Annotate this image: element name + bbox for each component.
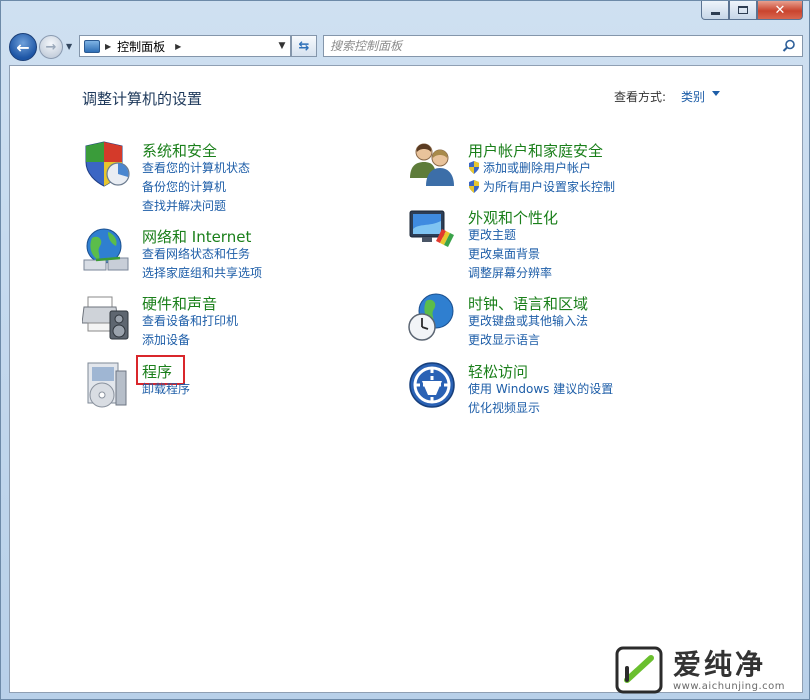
- category-clock-language: 时钟、语言和区域 更改键盘或其他输入法 更改显示语言: [408, 293, 728, 353]
- link-optimize-visual-display[interactable]: 优化视频显示: [468, 399, 613, 418]
- link-adjust-resolution[interactable]: 调整屏幕分辨率: [468, 264, 552, 283]
- content-pane: 调整计算机的设置 查看方式: 类别 系统和安全 查看您的计算机状态 备份您的计算…: [9, 65, 803, 693]
- category-title[interactable]: 系统和安全: [142, 140, 217, 161]
- link-uninstall-program[interactable]: 卸载程序: [142, 380, 190, 399]
- minimize-icon: [710, 11, 720, 15]
- watermark-brand: 爱纯净: [673, 647, 767, 681]
- link-add-remove-accounts[interactable]: 添加或删除用户帐户: [468, 159, 615, 178]
- watermark-logo-icon: [615, 646, 663, 694]
- link-change-display-language[interactable]: 更改显示语言: [468, 331, 588, 350]
- breadcrumb-chevron-icon[interactable]: ▶: [105, 42, 111, 51]
- category-links: 查看网络状态和任务 选择家庭组和共享选项: [142, 245, 262, 283]
- caption-buttons: ✕: [701, 1, 803, 21]
- close-button[interactable]: ✕: [757, 1, 803, 20]
- maximize-icon: [738, 6, 748, 14]
- address-bar[interactable]: ▶ 控制面板 ▶ ▼: [79, 35, 291, 57]
- category-links: 查看您的计算机状态 备份您的计算机 查找并解决问题: [142, 159, 250, 216]
- category-title[interactable]: 时钟、语言和区域: [468, 293, 588, 314]
- category-title[interactable]: 网络和 Internet: [142, 226, 251, 247]
- category-title[interactable]: 用户帐户和家庭安全: [468, 140, 603, 161]
- link-text: 为所有用户设置家长控制: [483, 180, 616, 194]
- uac-shield-icon: [469, 161, 479, 174]
- category-system-security: 系统和安全 查看您的计算机状态 备份您的计算机 查找并解决问题: [82, 140, 342, 220]
- search-icon[interactable]: [782, 39, 796, 53]
- page-title: 调整计算机的设置: [82, 90, 203, 108]
- address-dropdown-button[interactable]: ▼: [274, 36, 290, 56]
- link-backup-computer[interactable]: 备份您的计算机: [142, 178, 250, 197]
- link-devices-printers[interactable]: 查看设备和打印机: [142, 312, 238, 331]
- programs-disc-icon[interactable]: [82, 361, 130, 409]
- link-change-theme[interactable]: 更改主题: [468, 226, 552, 245]
- printer-speaker-icon[interactable]: [82, 293, 130, 341]
- link-change-keyboard[interactable]: 更改键盘或其他输入法: [468, 312, 588, 331]
- category-links: 更改键盘或其他输入法 更改显示语言: [468, 312, 588, 350]
- control-panel-icon: [84, 39, 100, 53]
- breadcrumb-chevron-icon[interactable]: ▶: [175, 42, 181, 51]
- watermark-url: www.aichunjing.com: [673, 680, 785, 692]
- category-title[interactable]: 轻松访问: [468, 361, 528, 382]
- category-links: 使用 Windows 建议的设置 优化视频显示: [468, 380, 613, 418]
- watermark: 爱纯净 www.aichunjing.com: [615, 645, 805, 695]
- link-parental-controls[interactable]: 为所有用户设置家长控制: [468, 178, 615, 197]
- refresh-button[interactable]: ⇆: [291, 35, 317, 57]
- link-text: 添加或删除用户帐户: [483, 161, 592, 175]
- category-links: 更改主题 更改桌面背景 调整屏幕分辨率: [468, 226, 552, 283]
- forward-arrow-icon: →: [45, 39, 57, 55]
- breadcrumb-control-panel[interactable]: 控制面板: [117, 38, 165, 55]
- forward-button[interactable]: →: [39, 35, 63, 59]
- link-troubleshoot[interactable]: 查找并解决问题: [142, 197, 250, 216]
- monitor-palette-icon[interactable]: [408, 207, 456, 255]
- watermark-text: 爱纯净 www.aichunjing.com: [673, 647, 785, 692]
- recent-pages-dropdown[interactable]: ▼: [66, 42, 76, 52]
- category-programs: 程序 卸载程序: [82, 355, 342, 421]
- back-button[interactable]: ←: [9, 33, 37, 61]
- chevron-down-icon[interactable]: [712, 91, 720, 96]
- uac-shield-icon: [469, 180, 479, 193]
- category-appearance: 外观和个性化 更改主题 更改桌面背景 调整屏幕分辨率: [408, 207, 728, 280]
- search-input[interactable]: [330, 39, 770, 53]
- search-box[interactable]: [323, 35, 803, 57]
- category-links: 添加或删除用户帐户 为所有用户设置家长控制: [468, 159, 615, 197]
- link-homegroup-sharing[interactable]: 选择家庭组和共享选项: [142, 264, 262, 283]
- link-view-computer-status[interactable]: 查看您的计算机状态: [142, 159, 250, 178]
- ease-of-access-icon[interactable]: [408, 361, 456, 409]
- users-icon[interactable]: [408, 140, 456, 188]
- category-links: 卸载程序: [142, 380, 190, 399]
- globe-network-icon[interactable]: [82, 226, 130, 274]
- chevron-down-icon: ▼: [278, 41, 286, 51]
- control-panel-window: ✕ ← → ▼ ▶ 控制面板 ▶ ▼ ⇆ 搜索控制面板 调整计算机的设置 查看方…: [0, 0, 810, 700]
- category-network-internet: 网络和 Internet 查看网络状态和任务 选择家庭组和共享选项: [82, 226, 342, 286]
- link-view-network-status[interactable]: 查看网络状态和任务: [142, 245, 262, 264]
- maximize-button[interactable]: [729, 1, 757, 20]
- category-links: 查看设备和打印机 添加设备: [142, 312, 238, 350]
- view-by-dropdown[interactable]: 类别: [681, 88, 705, 105]
- back-arrow-icon: ←: [16, 37, 30, 57]
- link-windows-suggested-settings[interactable]: 使用 Windows 建议的设置: [468, 380, 613, 399]
- close-icon: ✕: [774, 2, 786, 18]
- shield-chart-icon[interactable]: [82, 140, 130, 188]
- view-by-label: 查看方式:: [614, 90, 667, 104]
- category-ease-of-access: 轻松访问 使用 Windows 建议的设置 优化视频显示: [408, 361, 728, 421]
- category-user-accounts: 用户帐户和家庭安全 添加或删除用户帐户 为所有用户设置家长控制: [408, 140, 728, 200]
- category-hardware-sound: 硬件和声音 查看设备和打印机 添加设备: [82, 293, 342, 353]
- link-change-desktop-background[interactable]: 更改桌面背景: [468, 245, 552, 264]
- globe-clock-icon[interactable]: [408, 293, 456, 341]
- link-add-device[interactable]: 添加设备: [142, 331, 238, 350]
- refresh-icon: ⇆: [298, 38, 310, 54]
- category-title[interactable]: 外观和个性化: [468, 207, 558, 228]
- minimize-button[interactable]: [701, 1, 729, 20]
- category-title[interactable]: 硬件和声音: [142, 293, 217, 314]
- chevron-down-icon: ▼: [66, 42, 73, 51]
- navigation-bar: ← → ▼ ▶ 控制面板 ▶ ▼ ⇆: [9, 31, 803, 61]
